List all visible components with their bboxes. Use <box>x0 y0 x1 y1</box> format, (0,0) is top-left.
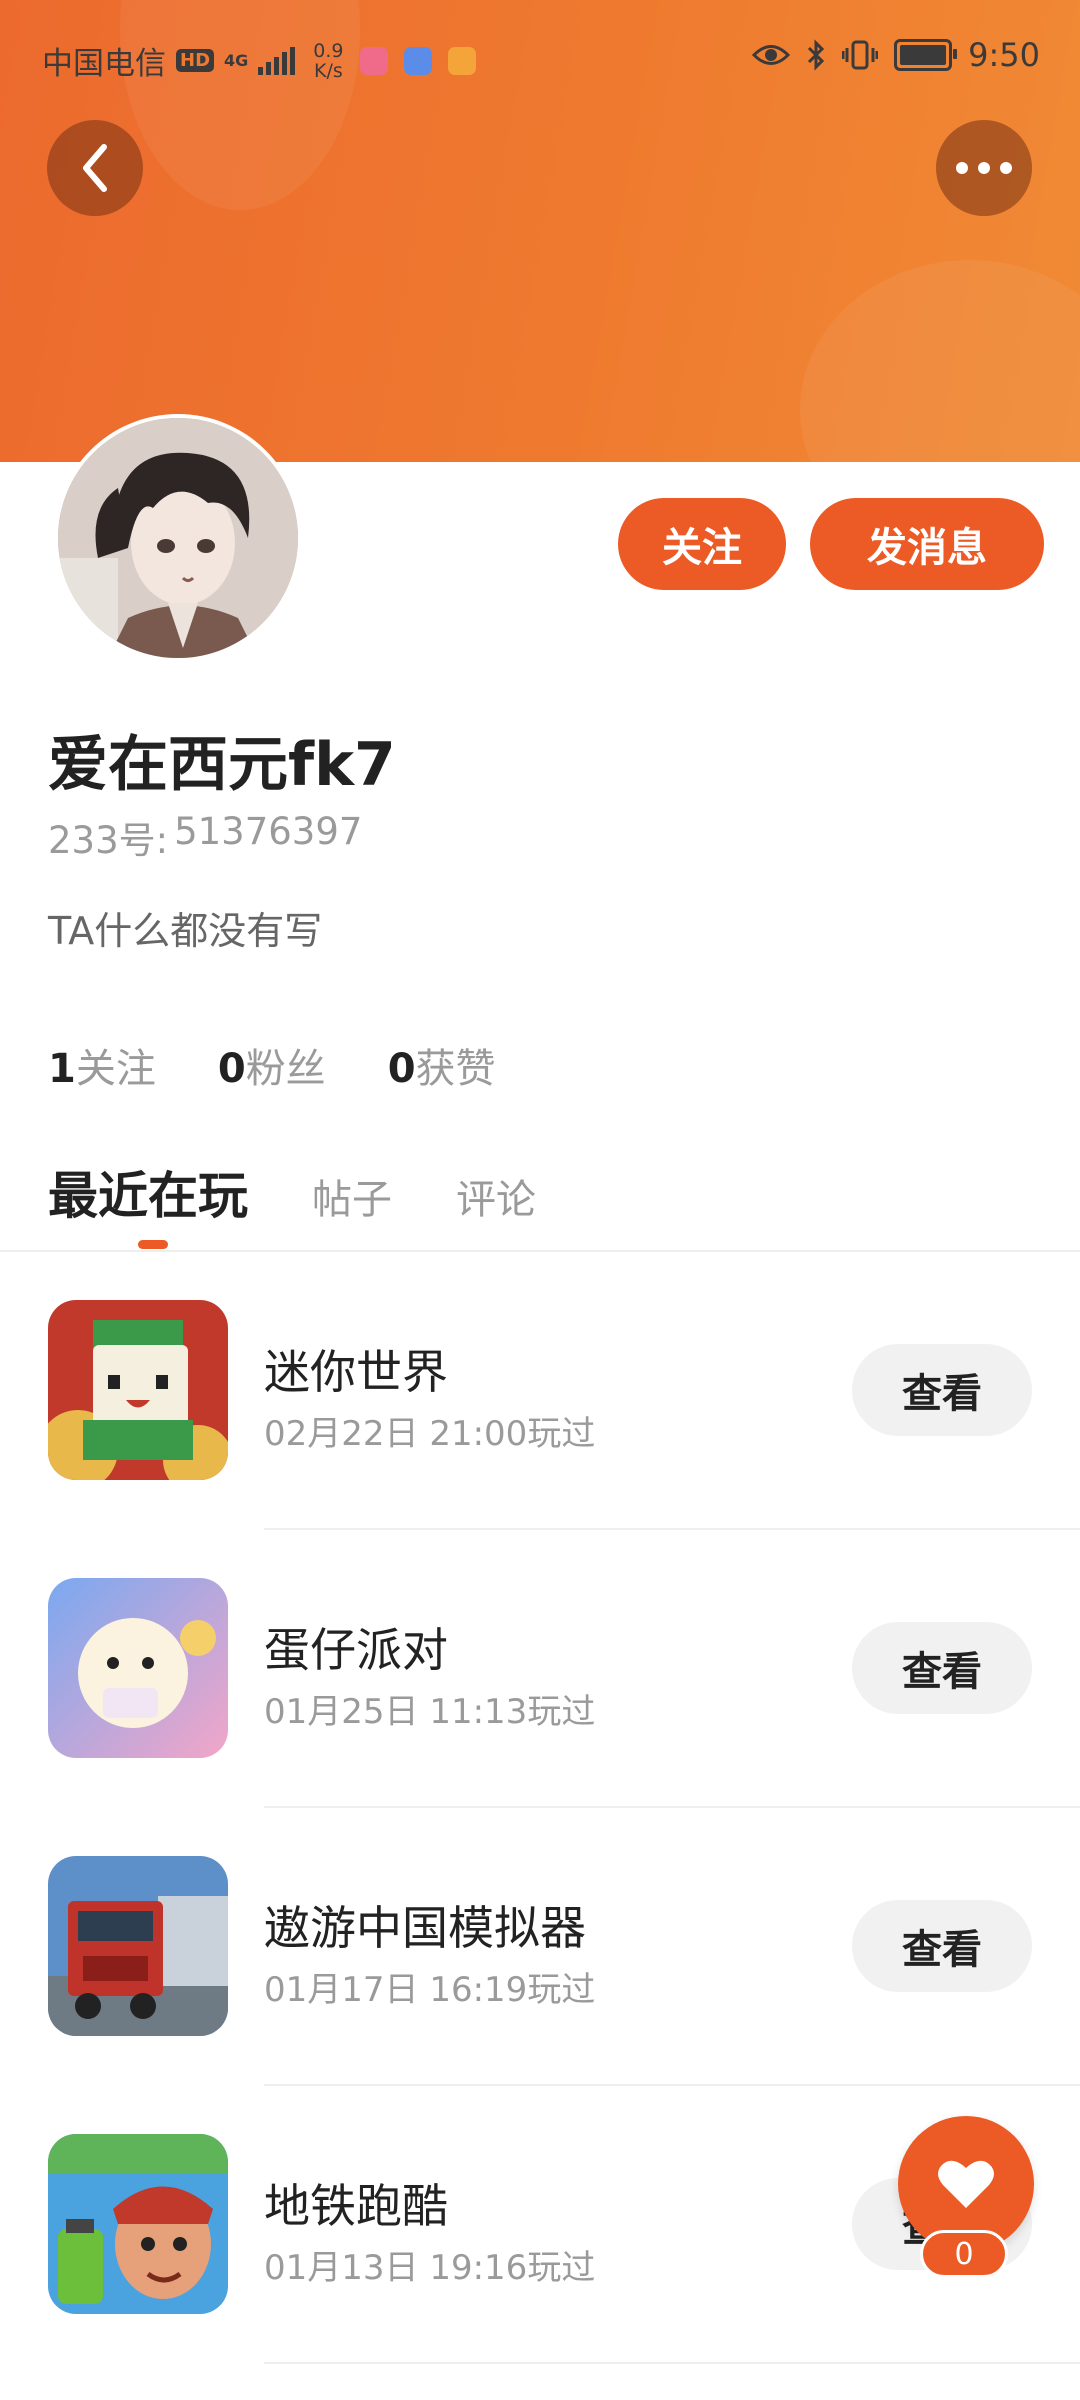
game-played-time: 01月13日 19:16玩过 <box>264 2248 596 2288</box>
video-app-icon <box>447 46 476 75</box>
stat-number: 0 <box>387 1046 416 1092</box>
game-played-time: 01月17日 16:19玩过 <box>264 1970 596 2010</box>
signal-icon <box>258 46 296 75</box>
view-button[interactable]: 查看 <box>852 1344 1032 1436</box>
tab-bar: 最近在玩 帖子 评论 <box>48 1156 600 1228</box>
status-right: 9:50 <box>752 36 1040 74</box>
speed-value: 0.9 <box>313 39 344 62</box>
eye-icon <box>752 45 791 65</box>
like-count-badge: 0 <box>920 2230 1008 2278</box>
heart-icon <box>938 2160 994 2208</box>
status-bar: 中国电信 HD 4G 0.9 K/s 9:50 <box>0 0 1080 118</box>
clock: 9:50 <box>968 36 1040 74</box>
game-icon-eggy-party <box>48 1578 228 1758</box>
more-button[interactable] <box>936 120 1032 216</box>
game-icon-mini-world <box>48 1300 228 1480</box>
stat-following[interactable]: 1 关注 <box>48 1036 156 1094</box>
game-name: 地铁跑酷 <box>264 2179 448 2233</box>
speed-unit: K/s <box>314 59 343 82</box>
stat-number: 1 <box>48 1046 76 1092</box>
chevron-left-icon <box>83 144 107 192</box>
list-item[interactable]: 蛋仔派对 01月25日 11:13玩过 查看 <box>0 1530 1080 1808</box>
network-speed: 0.9 K/s <box>313 41 343 81</box>
stat-label: 粉丝 <box>245 1046 326 1092</box>
tab-posts[interactable]: 帖子 <box>312 1167 392 1225</box>
more-dots-icon <box>956 162 1012 174</box>
hd-badge: HD <box>176 49 215 72</box>
stat-number: 0 <box>217 1046 246 1092</box>
game-name: 蛋仔派对 <box>264 1623 448 1677</box>
game-played-time: 01月25日 11:13玩过 <box>264 1692 596 1732</box>
view-button[interactable]: 查看 <box>852 1622 1032 1714</box>
status-left: 中国电信 HD 4G 0.9 K/s <box>42 38 476 83</box>
banner-decoration <box>800 260 1080 462</box>
game-icon-truck-simulator <box>48 1856 228 2036</box>
active-tab-indicator <box>138 1240 168 1249</box>
game-name: 遨游中国模拟器 <box>264 1901 586 1955</box>
network-type: 4G <box>224 51 249 70</box>
avatar-image <box>58 418 298 658</box>
music-app-icon <box>403 46 432 75</box>
view-button[interactable]: 查看 <box>852 1900 1032 1992</box>
user-id-value: 51376397 <box>174 810 363 853</box>
carrier-name: 中国电信 <box>42 46 166 82</box>
avatar[interactable] <box>54 414 302 662</box>
back-button[interactable] <box>47 120 143 216</box>
book-app-icon <box>359 46 388 75</box>
avatar-illustration <box>58 418 298 658</box>
vibrate-icon <box>842 40 879 70</box>
stat-label: 关注 <box>75 1046 156 1092</box>
follow-button[interactable]: 关注 <box>618 498 786 590</box>
user-id: 233号: 51376397 <box>48 810 362 864</box>
stat-label: 获赞 <box>415 1046 496 1092</box>
game-icon-subway-surfers <box>48 2134 228 2314</box>
list-item[interactable]: 迷你世界 02月22日 21:00玩过 查看 <box>0 1252 1080 1530</box>
username: 爱在西元fk7 <box>48 730 396 800</box>
user-bio: TA什么都没有写 <box>48 909 323 953</box>
stat-likes[interactable]: 0 获赞 <box>388 1036 496 1094</box>
stats-row: 1 关注 0 粉丝 0 获赞 <box>48 1036 496 1094</box>
user-id-label: 233号: <box>48 819 169 862</box>
bluetooth-icon <box>808 39 825 71</box>
send-message-button[interactable]: 发消息 <box>810 498 1044 590</box>
tab-comments[interactable]: 评论 <box>456 1167 536 1225</box>
list-item[interactable]: 遨游中国模拟器 01月17日 16:19玩过 查看 <box>0 1808 1080 2086</box>
tab-recently-played[interactable]: 最近在玩 <box>48 1156 248 1228</box>
divider <box>264 2362 1080 2364</box>
game-played-time: 02月22日 21:00玩过 <box>264 1414 596 1454</box>
battery-icon <box>894 39 958 71</box>
stat-followers[interactable]: 0 粉丝 <box>218 1036 326 1094</box>
game-name: 迷你世界 <box>264 1345 448 1399</box>
